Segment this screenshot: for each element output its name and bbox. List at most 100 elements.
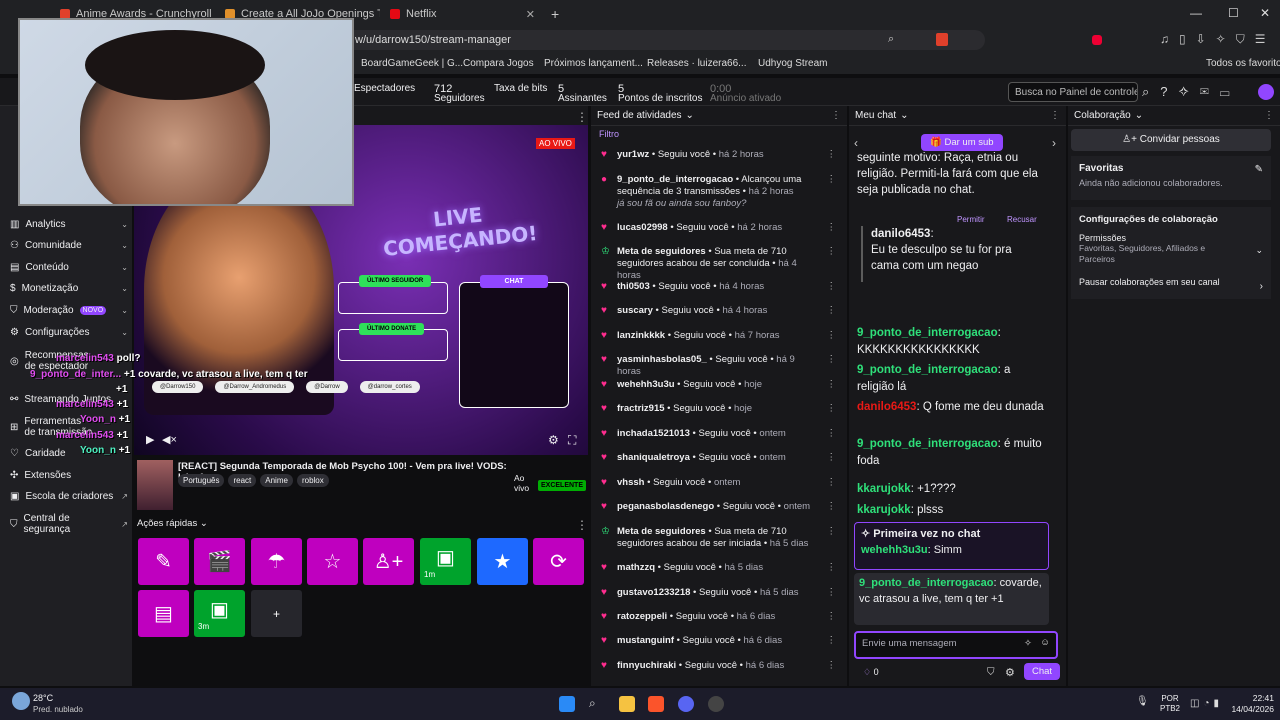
tag[interactable]: roblox <box>296 474 329 487</box>
sidebar-item-configuracoes[interactable]: ⚙ Configurações ⌄ <box>10 327 128 338</box>
ad-3m-button[interactable]: ▣ 3m <box>194 590 245 637</box>
extension-icon[interactable] <box>1092 35 1102 45</box>
brave-browser-icon[interactable] <box>648 696 664 712</box>
chevron-down-icon[interactable]: ⌄ <box>900 110 908 121</box>
chat-username[interactable]: kkarujokk <box>857 504 911 516</box>
tab-netflix[interactable]: Netflix ✕ <box>380 0 545 28</box>
header-icons[interactable]: ⌕?✧✉▭ <box>1142 84 1241 100</box>
invite-people-button[interactable]: ♙+ Convidar pessoas <box>1071 129 1271 151</box>
play-icon[interactable]: ▶ <box>146 433 154 446</box>
more-options-icon[interactable]: ⋮ <box>827 611 837 623</box>
add-user-button[interactable]: ♙+ <box>363 538 414 585</box>
obs-icon[interactable] <box>708 696 724 712</box>
edit-icon[interactable]: ✎ <box>1255 164 1263 175</box>
avatar[interactable] <box>1258 84 1274 100</box>
file-explorer-icon[interactable] <box>619 696 635 712</box>
more-options-icon[interactable]: ⋮ <box>827 587 837 599</box>
new-tab-button[interactable]: + <box>551 6 559 22</box>
more-options-icon[interactable]: ⋮ <box>827 660 837 672</box>
tag[interactable]: Anime <box>260 474 293 487</box>
chat-message[interactable]: kkarujokk: +1???? <box>857 481 1047 498</box>
gear-icon[interactable]: ⚙ <box>548 433 559 447</box>
more-options-icon[interactable]: ⋮ <box>1050 110 1060 121</box>
close-tab-icon[interactable]: ✕ <box>526 8 535 21</box>
chat-username[interactable]: kkarujokk <box>857 483 911 495</box>
gear-icon[interactable]: ⚙ <box>1005 666 1015 679</box>
quick-actions-title[interactable]: Ações rápidas ⌄ <box>137 518 208 529</box>
more-options-icon[interactable]: ⋮ <box>827 562 837 574</box>
more-options-icon[interactable]: ⋮ <box>831 110 841 121</box>
toolbar-icons[interactable]: ♫▯⇩✧⛉☰ <box>1160 32 1275 47</box>
sidebar-item-analytics[interactable]: ▥ Analytics ⌄ <box>10 219 128 230</box>
bookmark-proximos[interactable]: Próximos lançament... <box>544 58 643 69</box>
bookmark-udhyog[interactable]: Udhyog Stream <box>758 58 827 69</box>
bookmark-releases[interactable]: Releases · luizera66... <box>647 58 747 69</box>
chevron-left-icon[interactable]: ‹ <box>854 136 858 150</box>
sidebar-item-monetizacao[interactable]: $ Monetização ⌄ <box>10 283 128 294</box>
permissions-label[interactable]: Permissões <box>1079 233 1263 243</box>
mod-shield-icon[interactable]: ⛉ <box>987 667 995 678</box>
mic-icon[interactable]: 🎙 <box>1136 696 1149 707</box>
keyboard-layout[interactable]: POR PTB2 <box>1160 694 1180 714</box>
bookmark-comparajogos[interactable]: Compara Jogos <box>463 58 534 69</box>
bookmark-boardgamegeek[interactable]: BoardGameGeek | G... <box>361 58 463 69</box>
filter-button[interactable]: Filtro <box>599 129 619 139</box>
fullscreen-icon[interactable]: ⛶ <box>568 433 576 448</box>
pause-collab-item[interactable]: Pausar colaborações em seu canal <box>1079 277 1263 287</box>
send-chat-button[interactable]: Chat <box>1024 663 1061 680</box>
chevron-down-icon[interactable]: ⌄ <box>686 110 694 121</box>
sidebar-item-seguranca[interactable]: ⛉ Central de segurança ↗ <box>10 513 128 535</box>
chat-message[interactable]: 9_ponto_de_interrogacao: a religião lá <box>857 362 1047 396</box>
minimize-icon[interactable]: — <box>1190 6 1202 20</box>
add-quick-action-button[interactable]: + <box>251 590 302 637</box>
chat-message[interactable]: kkarujokk: plsss <box>857 502 1047 519</box>
discord-icon[interactable] <box>678 696 694 712</box>
layout-button[interactable]: ▤ <box>138 590 189 637</box>
more-options-icon[interactable]: ⋮ <box>827 452 837 464</box>
brave-shield-icon[interactable] <box>936 33 948 46</box>
more-options-icon[interactable]: ⋮ <box>827 246 837 258</box>
close-window-icon[interactable]: ✕ <box>1260 6 1270 20</box>
chat-message[interactable]: 9_ponto_de_interrogacao: é muito foda <box>857 436 1047 470</box>
chat-input[interactable]: Envie uma mensagem ✧ ☺ <box>854 631 1058 659</box>
sidebar-item-extensoes[interactable]: ✣ Extensões <box>10 470 128 481</box>
sparkle-icon[interactable]: ✧ <box>1024 638 1032 649</box>
chat-message[interactable]: 9_ponto_de_interrogacao: KKKKKKKKKKKKKKK… <box>857 325 1047 359</box>
marker-button[interactable]: ⟳ <box>533 538 584 585</box>
more-options-icon[interactable]: ⋮ <box>827 305 837 317</box>
more-options-icon[interactable]: ⋮ <box>576 518 588 532</box>
windows-start-icon[interactable] <box>559 696 575 712</box>
emoji-icon[interactable]: ☺ <box>1040 637 1050 648</box>
chevron-right-icon[interactable]: › <box>1260 281 1263 292</box>
clock[interactable]: 22:41 14/04/2026 <box>1226 693 1274 715</box>
star-button[interactable]: ★ <box>477 538 528 585</box>
zoom-icon[interactable]: ⌕ <box>888 33 894 46</box>
highlight-button[interactable]: ☆ <box>307 538 358 585</box>
more-options-icon[interactable]: ⋮ <box>1264 110 1274 121</box>
more-options-icon[interactable]: ⋮ <box>827 403 837 415</box>
all-favorites[interactable]: Todos os favoritos <box>1206 58 1280 69</box>
deny-button[interactable]: Recusar <box>1007 215 1037 224</box>
more-options-icon[interactable]: ⋮ <box>827 330 837 342</box>
raid-button[interactable]: ☂ <box>251 538 302 585</box>
chevron-down-icon[interactable]: ⌄ <box>1255 245 1263 256</box>
dashboard-search[interactable]: Busca no Painel de controle (Ctrl <box>1008 82 1138 102</box>
clip-button[interactable]: 🎬 <box>194 538 245 585</box>
more-options-icon[interactable]: ⋮ <box>827 477 837 489</box>
more-options-icon[interactable]: ⋮ <box>827 526 837 538</box>
more-options-icon[interactable]: ⋮ <box>827 379 837 391</box>
chat-username[interactable]: 9_ponto_de_interrogacao <box>857 327 998 339</box>
chat-username[interactable]: 9_ponto_de_interrogacao <box>857 438 998 450</box>
sidebar-item-escola[interactable]: ▣ Escola de criadores ↗ <box>10 491 128 502</box>
url-field[interactable]: w/u/darrow150/stream-manager <box>325 30 985 50</box>
gift-sub-button[interactable]: 🎁 Dar um sub <box>921 134 1003 151</box>
allow-button[interactable]: Permitir <box>957 215 985 224</box>
chat-username[interactable]: danilo6453 <box>857 401 916 413</box>
sidebar-item-comunidade[interactable]: ⚇ Comunidade ⌄ <box>10 240 128 251</box>
more-options-icon[interactable]: ⋮ <box>827 281 837 293</box>
more-options-icon[interactable]: ⋮ <box>576 110 588 124</box>
edit-stream-info-button[interactable]: ✎ <box>138 538 189 585</box>
chat-username[interactable]: 9_ponto_de_interrogacao <box>857 364 998 376</box>
mute-icon[interactable]: ◀× <box>162 433 177 446</box>
sidebar-item-conteudo[interactable]: ▤ Conteúdo ⌄ <box>10 262 128 273</box>
